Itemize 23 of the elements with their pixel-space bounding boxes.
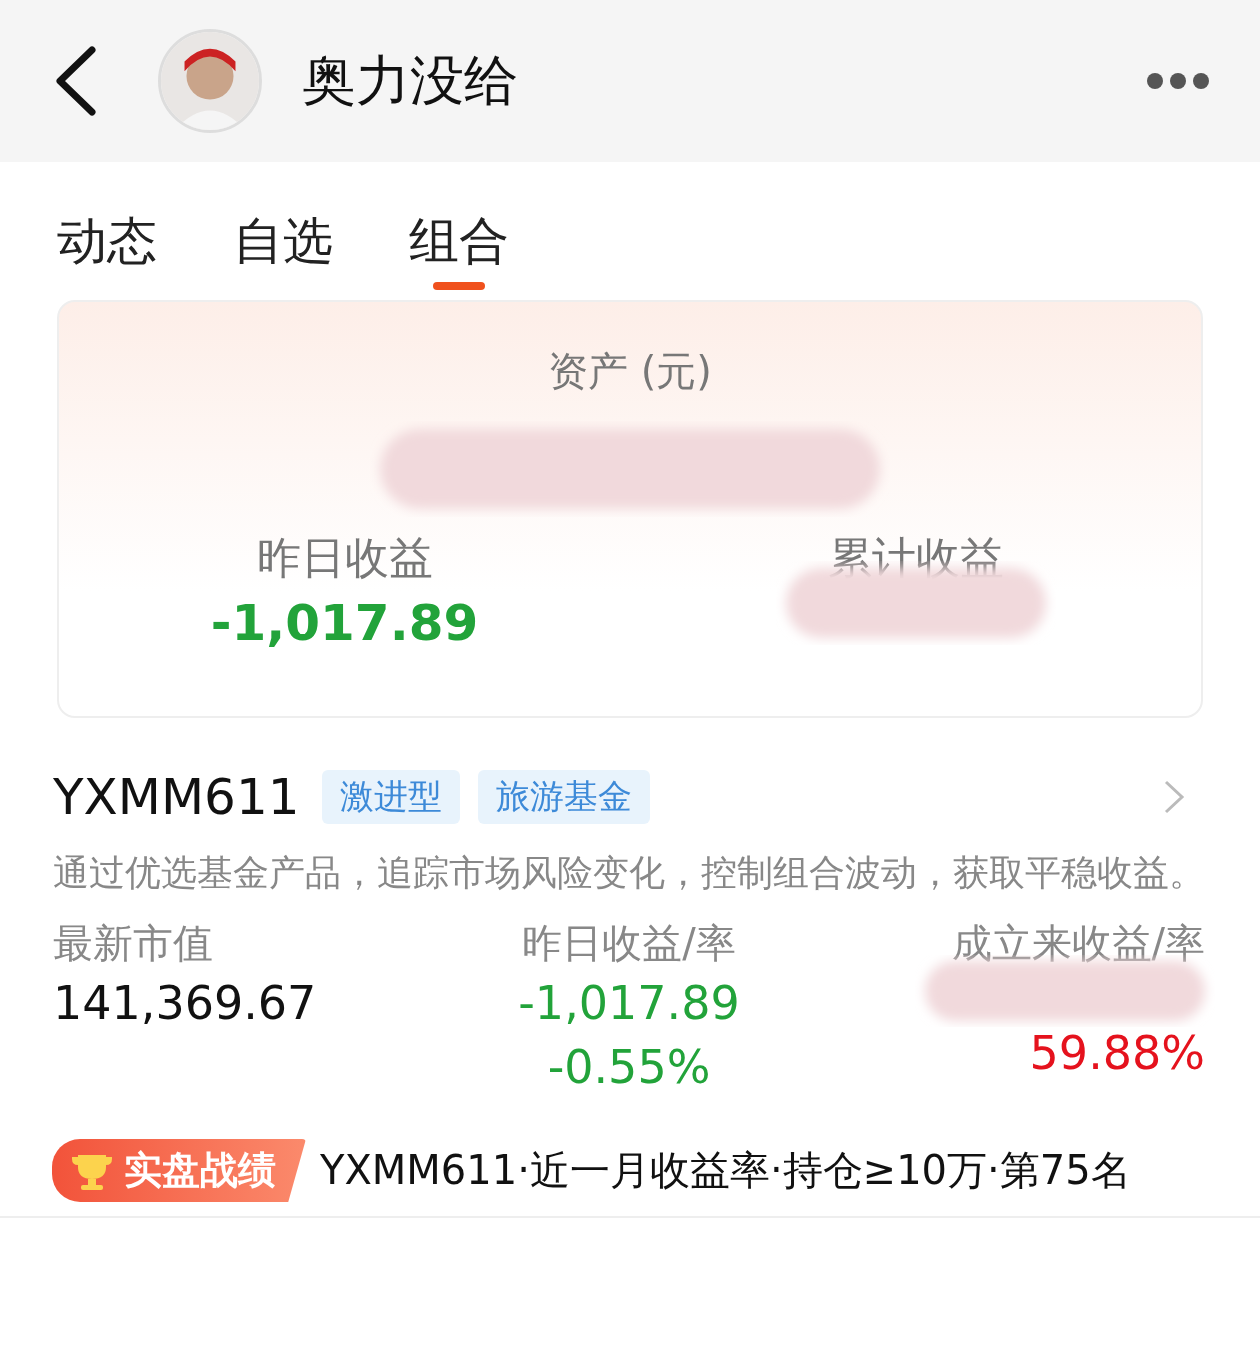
stat-label: 成立来收益/率 [951,919,1205,968]
tag: 旅游基金 [477,770,650,824]
tab[interactable]: 自选 [233,192,333,290]
asset-title: 资产 (元) [548,347,712,396]
tab[interactable]: 动态 [57,192,157,290]
stat-value: -0.55% [547,1039,711,1096]
ranking-text: YXMM611·近一月收益率·持仓≥10万·第75名 [320,1146,1131,1195]
tag: 激进型 [321,770,460,824]
stat-label: 最新市值 [53,919,214,968]
stat-value: 141,369.67 [53,975,318,1032]
avatar[interactable] [158,29,262,133]
stat-label: 累计收益 [827,531,1004,585]
stat-value: 59.88% [1029,1025,1205,1082]
stat-value: -1,017.89 [518,975,740,1032]
stat-value: -1,017.89 [210,594,479,652]
stat-label: 昨日收益 [256,531,433,585]
more-icon[interactable] [1146,72,1210,90]
portfolio-description: 通过优选基金产品，追踪市场风险变化，控制组合波动，获取平稳收益。 [53,851,1205,895]
portfolio-name: YXMM611 [53,768,300,826]
record-badge: 实盘战绩 [52,1139,306,1202]
profile-name: 奥力没给 [302,47,519,114]
stat-label: 昨日收益/率 [522,919,736,968]
tab[interactable]: 组合 [409,192,509,290]
